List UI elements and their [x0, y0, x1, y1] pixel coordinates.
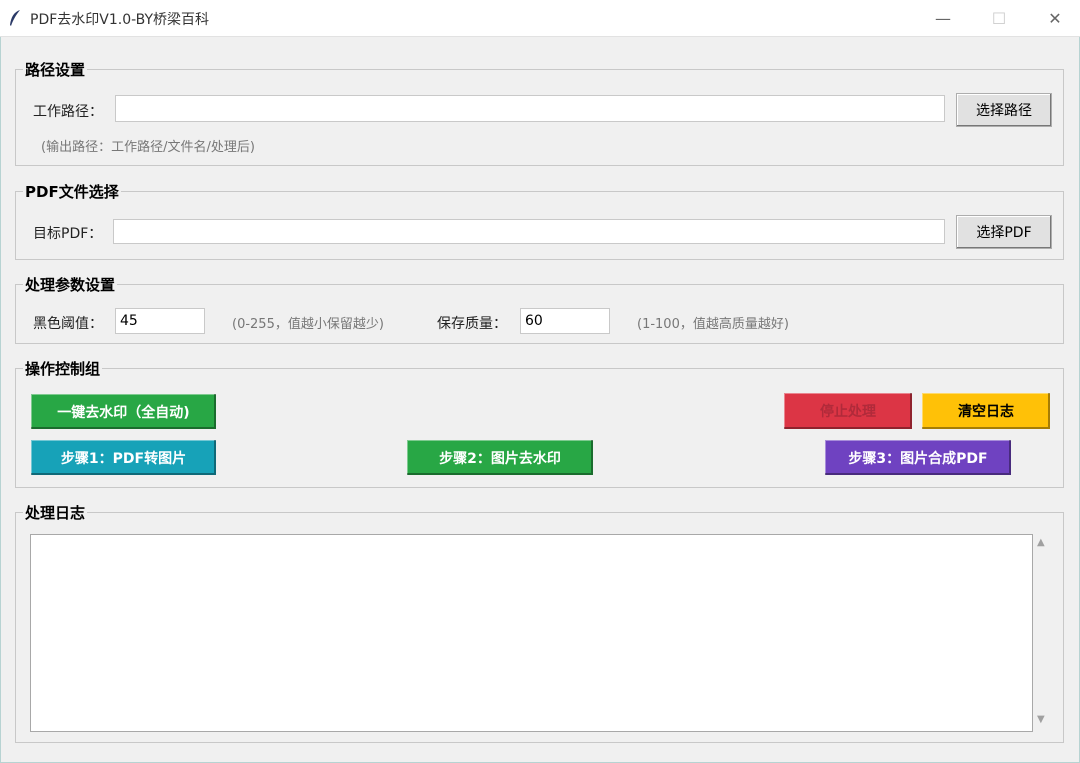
stop-button[interactable]: 停止处理 — [784, 393, 912, 429]
close-icon: ✕ — [1048, 9, 1062, 28]
quality-label: 保存质量： — [437, 316, 507, 332]
scroll-down-icon[interactable]: ▼ — [1037, 714, 1045, 725]
target-pdf-input[interactable] — [113, 219, 945, 244]
work-path-label: 工作路径： — [33, 104, 103, 120]
ops-group: 操作控制组 一键去水印（全自动) 停止处理 清空日志 步骤1：PDF转图片 步骤… — [15, 358, 1064, 488]
log-scrollbar[interactable]: ▲ ▼ — [1034, 534, 1051, 732]
maximize-button[interactable]: ☐ — [976, 0, 1022, 37]
group-title: PDF文件选择 — [23, 181, 121, 202]
work-path-input[interactable] — [115, 95, 945, 122]
minimize-button[interactable]: — — [920, 0, 966, 37]
clear-log-button[interactable]: 清空日志 — [922, 393, 1050, 429]
step1-button[interactable]: 步骤1：PDF转图片 — [31, 440, 216, 475]
threshold-input[interactable]: 45 — [115, 308, 205, 334]
threshold-label: 黑色阈值： — [33, 316, 103, 332]
log-textarea[interactable] — [30, 534, 1033, 732]
step3-button[interactable]: 步骤3：图片合成PDF — [825, 440, 1011, 475]
close-button[interactable]: ✕ — [1032, 0, 1078, 37]
group-title: 处理参数设置 — [23, 274, 118, 295]
group-title: 操作控制组 — [23, 358, 103, 379]
params-group: 处理参数设置 黑色阈值： 45 (0-255，值越小保留越少) 保存质量： 60… — [15, 274, 1064, 344]
group-title: 路径设置 — [23, 59, 88, 80]
step2-button[interactable]: 步骤2：图片去水印 — [407, 440, 593, 475]
choose-pdf-button[interactable]: 选择PDF — [956, 215, 1052, 249]
feather-icon — [10, 10, 20, 26]
pdf-file-group: PDF文件选择 目标PDF： 选择PDF — [15, 181, 1064, 260]
threshold-hint: (0-255，值越小保留越少) — [232, 317, 384, 332]
output-path-hint: (输出路径：工作路径/文件名/处理后) — [41, 140, 255, 155]
choose-path-button[interactable]: 选择路径 — [956, 93, 1052, 127]
title-bar: PDF去水印V1.0-BY桥梁百科 — ☐ ✕ — [0, 0, 1080, 37]
minimize-icon: — — [935, 9, 951, 28]
target-pdf-label: 目标PDF： — [33, 226, 103, 242]
path-settings-group: 路径设置 工作路径： 选择路径 (输出路径：工作路径/文件名/处理后) — [15, 59, 1064, 166]
quality-hint: (1-100，值越高质量越好) — [637, 317, 789, 332]
auto-remove-button[interactable]: 一键去水印（全自动) — [31, 394, 216, 429]
scroll-up-icon[interactable]: ▲ — [1037, 537, 1045, 548]
log-group: 处理日志 ▲ ▼ — [15, 502, 1064, 743]
group-title: 处理日志 — [23, 502, 88, 523]
maximize-icon: ☐ — [991, 9, 1007, 28]
quality-input[interactable]: 60 — [520, 308, 610, 334]
window-title: PDF去水印V1.0-BY桥梁百科 — [30, 12, 210, 28]
